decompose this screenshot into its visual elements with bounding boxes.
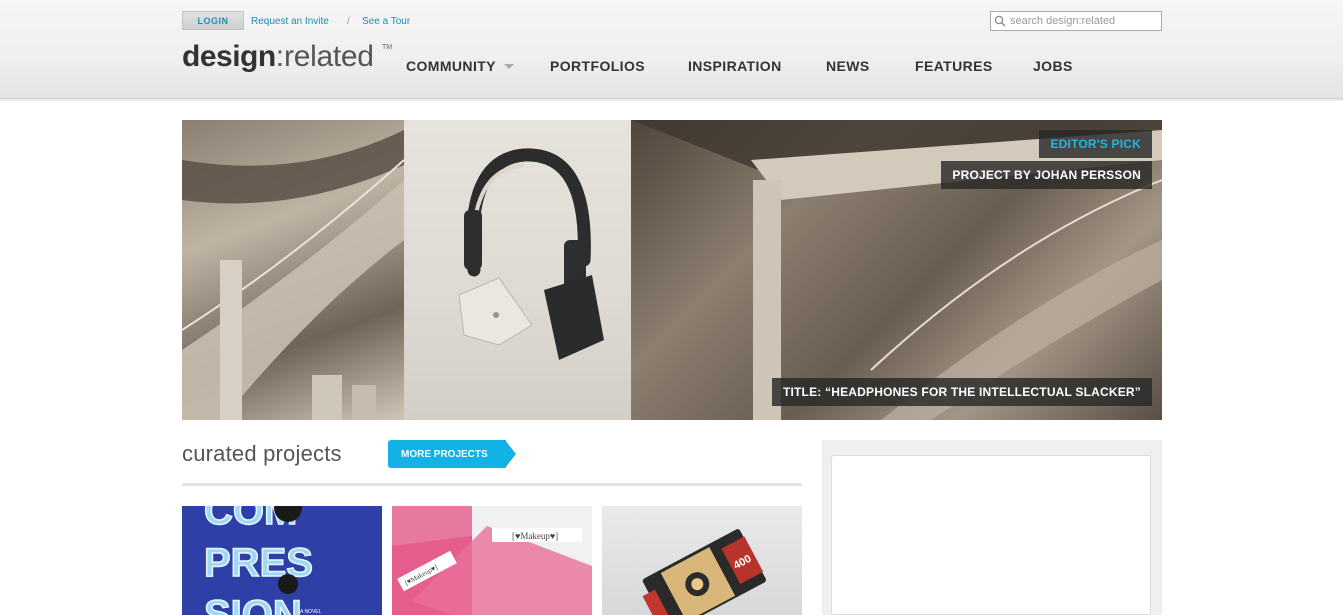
- chevron-down-icon[interactable]: [504, 64, 514, 69]
- see-tour-link[interactable]: See a Tour: [362, 16, 410, 27]
- hero-image-headphones: [404, 120, 631, 420]
- curated-projects-heading: curated projects: [182, 441, 342, 466]
- logo-word-related: related: [284, 40, 374, 73]
- nav-news[interactable]: NEWS: [826, 58, 870, 74]
- thumb-compression-sub: A NOVEL: [300, 609, 322, 615]
- nav-features[interactable]: FEATURES: [915, 58, 993, 74]
- editors-pick-badge: EDITOR'S PICK: [1039, 130, 1152, 158]
- project-title-label[interactable]: TITLE: “HEADPHONES FOR THE INTELLECTUAL …: [771, 378, 1152, 406]
- login-button[interactable]: LOGIN: [182, 11, 244, 30]
- project-thumbnail-camera[interactable]: 400: [602, 506, 802, 615]
- search-box[interactable]: [990, 11, 1162, 31]
- site-header: LOGIN Request an Invite / See a Tour des…: [0, 0, 1343, 99]
- search-input[interactable]: [1006, 13, 1156, 29]
- nav-inspiration[interactable]: INSPIRATION: [688, 58, 782, 74]
- more-projects-arrow[interactable]: [505, 440, 516, 468]
- site-logo[interactable]: design:related TM: [182, 40, 392, 74]
- project-author-label[interactable]: PROJECT BY JOHAN PERSSON: [941, 161, 1152, 189]
- request-invite-link[interactable]: Request an Invite: [251, 16, 329, 27]
- header-divider: [0, 99, 1343, 101]
- nav-community[interactable]: COMMUNITY: [406, 58, 496, 74]
- section-divider: [182, 483, 802, 486]
- thumb-makeup-label-1: [♥Makeup♥]: [512, 531, 558, 541]
- search-icon: [994, 15, 1006, 27]
- thumb-compression-line3: SION: [204, 593, 302, 615]
- nav-jobs[interactable]: JOBS: [1033, 58, 1073, 74]
- nav-portfolios[interactable]: PORTFOLIOS: [550, 58, 645, 74]
- project-thumbnail-makeup[interactable]: [♥Makeup♥] [♥Makeup♥]: [392, 506, 592, 615]
- logo-trademark: TM: [382, 44, 393, 51]
- sidebar-content-box: [831, 455, 1151, 615]
- thumb-compression-line2: PRES: [204, 541, 313, 585]
- link-separator: /: [347, 16, 350, 27]
- logo-word-design: design: [182, 40, 276, 73]
- hero-image-bridge-left: [182, 120, 405, 420]
- project-thumbnail-compression[interactable]: COM PRES SION A NOVEL: [182, 506, 382, 615]
- more-projects-button[interactable]: MORE PROJECTS: [388, 440, 506, 468]
- logo-colon: :: [275, 40, 285, 73]
- featured-project-banner[interactable]: EDITOR'S PICK PROJECT BY JOHAN PERSSON T…: [182, 120, 1162, 420]
